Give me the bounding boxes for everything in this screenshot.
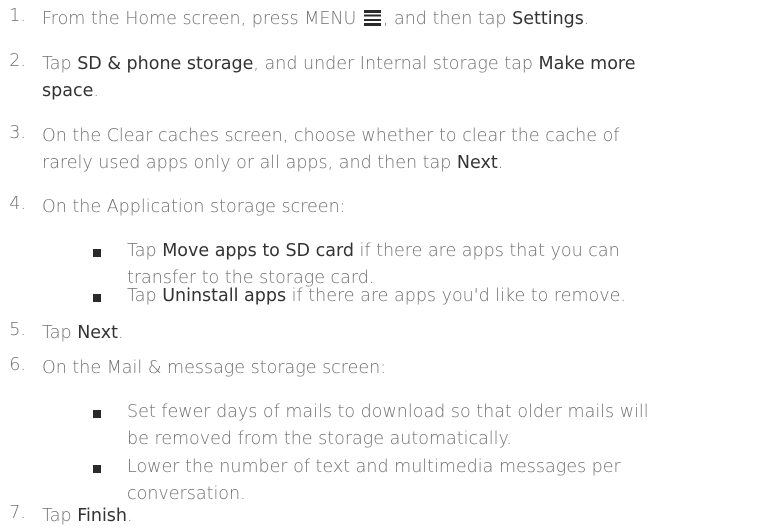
step-text: From the Home screen, press MENU , and t…: [42, 9, 590, 29]
step-number: 2.: [9, 51, 26, 71]
finish-label: Finish: [77, 506, 128, 526]
step-text: On the Clear caches screen, choose wheth…: [42, 126, 620, 173]
bullet-text: Set fewer days of mails to download so t…: [127, 402, 649, 449]
sd-phone-storage-label: SD & phone storage: [77, 54, 254, 74]
menu-icon: [363, 10, 381, 26]
bullet-marker: [93, 249, 101, 257]
bullet-marker: [93, 410, 101, 418]
step-number: 5.: [9, 320, 26, 340]
step-number: 7.: [9, 503, 26, 523]
make-more-space-label: Make more: [538, 54, 636, 74]
step-number: 4.: [9, 194, 26, 214]
move-apps-label: Move apps to SD card: [162, 241, 354, 261]
settings-label: Settings: [512, 9, 584, 29]
next-label: Next: [456, 153, 498, 173]
step-text: On the Application storage screen:: [42, 197, 346, 217]
bullet-text: Tap Uninstall apps if there are apps you…: [127, 286, 626, 306]
step-text: Tap Finish.: [42, 506, 133, 526]
bullet-marker: [93, 465, 101, 473]
step-text: Tap Next.: [42, 323, 124, 343]
step-number: 3.: [9, 123, 26, 143]
step-number: 1.: [9, 6, 26, 26]
next-label: Next: [77, 323, 118, 343]
step-text: On the Mail & message storage screen:: [42, 358, 387, 378]
bullet-text: Lower the number of text and multimedia …: [127, 457, 621, 504]
uninstall-apps-label: Uninstall apps: [162, 286, 287, 306]
bullet-marker: [93, 294, 101, 302]
make-more-space-label-cont: space: [42, 81, 94, 101]
step-text: Tap SD & phone storage, and under Intern…: [42, 54, 636, 101]
step-number: 6.: [9, 355, 26, 375]
